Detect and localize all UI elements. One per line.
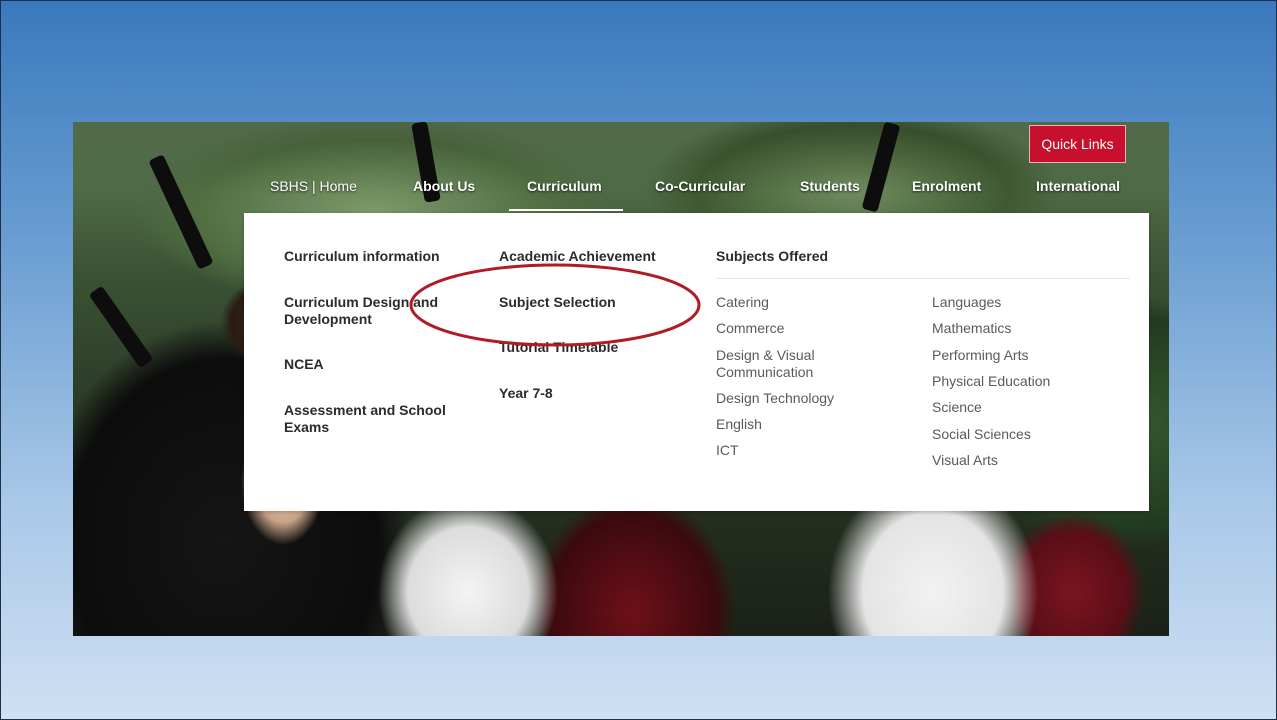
nav-international[interactable]: International: [1036, 178, 1120, 194]
subjects-divider: [716, 278, 1130, 279]
subject-link-design-technology[interactable]: Design Technology: [716, 390, 834, 407]
subject-link-english[interactable]: English: [716, 416, 762, 433]
curriculum-mega-menu: Curriculum information Curriculum Design…: [244, 213, 1149, 511]
menu-link-subject-selection[interactable]: Subject Selection: [499, 294, 616, 311]
subjects-offered-heading: Subjects Offered: [716, 248, 829, 264]
nav-students[interactable]: Students: [800, 178, 860, 194]
nav-enrolment[interactable]: Enrolment: [912, 178, 981, 194]
bagpipe-drone: [88, 285, 154, 369]
subject-link-science[interactable]: Science: [932, 399, 982, 416]
subject-link-social-sciences[interactable]: Social Sciences: [932, 426, 1031, 443]
active-nav-underline: [509, 209, 623, 211]
menu-link-tutorial-timetable[interactable]: Tutorial Timetable: [499, 339, 618, 356]
subject-link-catering[interactable]: Catering: [716, 294, 769, 311]
menu-link-ncea[interactable]: NCEA: [284, 356, 324, 373]
main-nav: SBHS | Home About Us Curriculum Co-Curri…: [0, 178, 1277, 211]
nav-curriculum[interactable]: Curriculum: [527, 178, 602, 194]
subject-link-ict[interactable]: ICT: [716, 442, 739, 459]
menu-link-assessment-exams[interactable]: Assessment and School Exams: [284, 402, 464, 436]
subject-link-performing-arts[interactable]: Performing Arts: [932, 347, 1028, 364]
subject-link-physical-education[interactable]: Physical Education: [932, 373, 1050, 390]
menu-link-curriculum-information[interactable]: Curriculum information: [284, 248, 440, 265]
subject-link-languages[interactable]: Languages: [932, 294, 1001, 311]
menu-link-academic-achievement[interactable]: Academic Achievement: [499, 248, 656, 265]
quick-links-button[interactable]: Quick Links: [1029, 125, 1126, 163]
subject-link-mathematics[interactable]: Mathematics: [932, 320, 1011, 337]
subject-link-visual-arts[interactable]: Visual Arts: [932, 452, 998, 469]
nav-co-curricular[interactable]: Co-Curricular: [655, 178, 745, 194]
nav-home[interactable]: SBHS | Home: [270, 178, 357, 194]
subject-link-commerce[interactable]: Commerce: [716, 320, 784, 337]
menu-link-curriculum-design[interactable]: Curriculum Design and Development: [284, 294, 464, 328]
subject-link-design-visual-communication[interactable]: Design & Visual Communication: [716, 347, 856, 381]
menu-link-year-7-8[interactable]: Year 7-8: [499, 385, 553, 402]
nav-about-us[interactable]: About Us: [413, 178, 475, 194]
